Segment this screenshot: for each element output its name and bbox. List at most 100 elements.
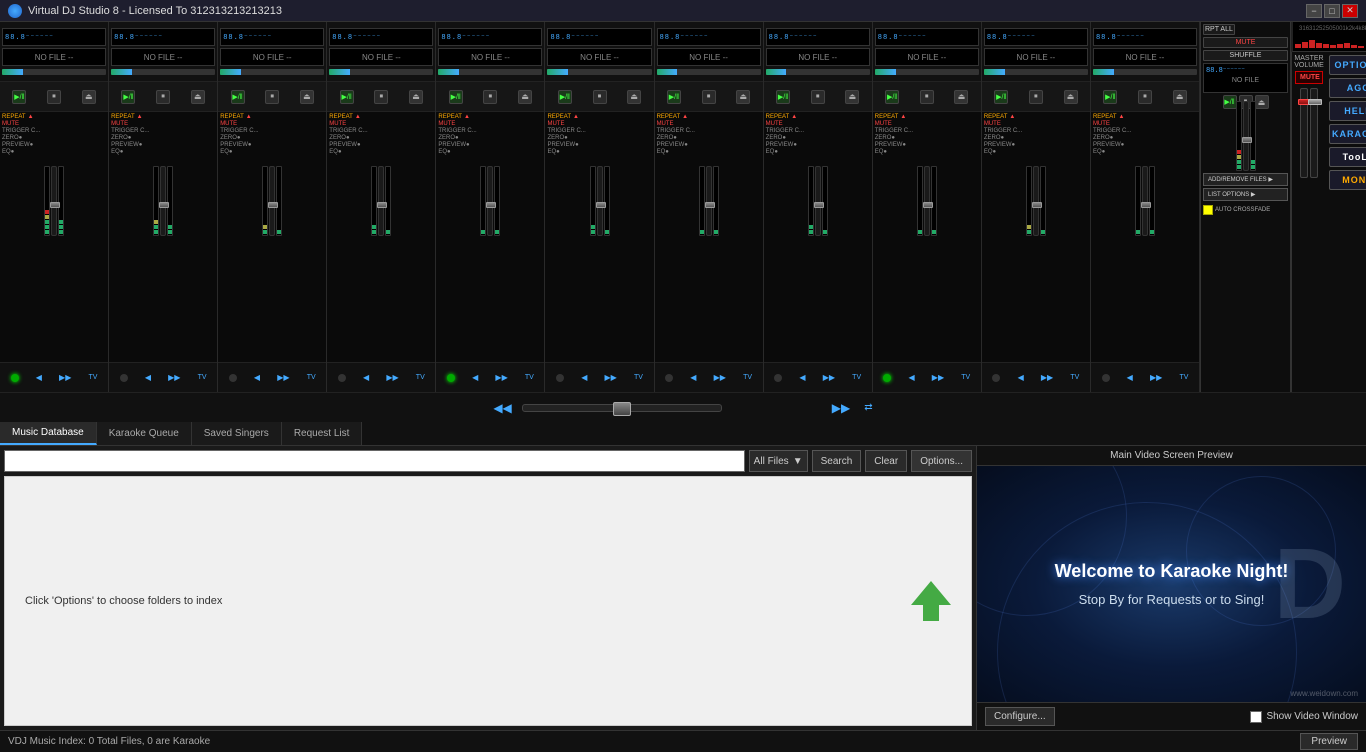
channel-10-play[interactable]: ▶/‖ xyxy=(994,90,1008,104)
master-mute-button[interactable]: MUTE xyxy=(1203,37,1288,48)
crossfade-right-arrow[interactable]: ▶▶ xyxy=(832,401,850,415)
channel-1-fader[interactable] xyxy=(51,166,57,236)
filter-dropdown[interactable]: All Files ▼ xyxy=(749,450,808,472)
channel-11-fader[interactable] xyxy=(1142,166,1148,236)
vol-options-container: MASTER VOLUME MUTE OPTIONS AGC HELP KARA… xyxy=(1291,52,1366,392)
search-button[interactable]: Search xyxy=(812,450,862,472)
channel-6-play[interactable]: ▶/‖ xyxy=(558,90,572,104)
channel-1-prev[interactable]: ◀ xyxy=(36,373,42,382)
eq-freq-labels: 3163125 2505001k 2k4k8k16k xyxy=(1295,24,1364,34)
master-eject[interactable]: ⏏ xyxy=(1255,95,1269,109)
master-panel: RPT ALL MUTE SHUFFLE 88.8⁻⁻⁻⁻⁻⁻ NO FILE … xyxy=(1201,22,1291,392)
search-input[interactable] xyxy=(4,450,745,472)
video-subtitle-text: Stop By for Requests or to Sing! xyxy=(1079,592,1265,607)
channel-10: 88.8⁻⁻⁻⁻⁻⁻ NO FILE -- ▶/‖ ⏹ ⏏ REPEAT▲ MU… xyxy=(982,22,1091,392)
master-volume-panel: MASTER VOLUME MUTE xyxy=(1291,52,1326,392)
help-button[interactable]: HELP xyxy=(1329,101,1366,121)
database-tabs: Music Database Karaoke Queue Saved Singe… xyxy=(0,422,1366,446)
auto-crossfade-label: AUTO CROSSFADE xyxy=(1215,207,1270,213)
crossfader-thumb xyxy=(613,402,631,416)
crossfader-area: ◀◀ ▶▶ ⇄ xyxy=(0,392,1366,422)
crossfade-left-arrow[interactable]: ◀◀ xyxy=(493,401,511,415)
channel-1: 88.8⁻⁻⁻⁻⁻⁻ NO FILE -- ▶/‖ ⏹ ⏏ REPEAT ▲ M… xyxy=(0,22,109,392)
video-welcome-text: Welcome to Karaoke Night! xyxy=(1055,561,1289,582)
channel-1-eject[interactable]: ⏏ xyxy=(82,90,96,104)
channel-1-preview: PREVIEW● xyxy=(2,142,106,148)
options-db-button[interactable]: Options... xyxy=(911,450,972,472)
tab-music-database[interactable]: Music Database xyxy=(0,422,97,445)
master-vu-right xyxy=(1250,101,1256,171)
channel-4-play[interactable]: ▶/‖ xyxy=(340,90,354,104)
channel-2-fader[interactable] xyxy=(160,166,166,236)
channel-7-play[interactable]: ▶/‖ xyxy=(667,90,681,104)
options-button[interactable]: OPTIONS xyxy=(1329,55,1366,75)
master-waveform: 88.8⁻⁻⁻⁻⁻⁻ NO FILE xyxy=(1203,63,1288,93)
channel-1-next[interactable]: ▶▶ xyxy=(59,373,71,382)
vol-fader-left[interactable] xyxy=(1300,88,1308,178)
maximize-button[interactable]: □ xyxy=(1324,4,1340,18)
channel-1-repeat-row: REPEAT ▲ xyxy=(2,114,106,120)
channel-9-play[interactable]: ▶/‖ xyxy=(885,90,899,104)
channel-4-fader[interactable] xyxy=(378,166,384,236)
video-controls: Configure... Show Video Window xyxy=(977,702,1366,730)
mute-button[interactable]: MUTE xyxy=(1295,71,1323,84)
master-fader-row xyxy=(1203,111,1288,171)
tab-request-list[interactable]: Request List xyxy=(282,422,363,445)
channel-1-status-led xyxy=(11,374,19,382)
channel-2-wave: 88.8⁻⁻⁻⁻⁻⁻ NO FILE -- xyxy=(109,22,217,82)
close-button[interactable]: ✕ xyxy=(1342,4,1358,18)
channel-1-nofile: NO FILE -- xyxy=(2,48,106,66)
auto-crossfade-checkbox[interactable] xyxy=(1203,205,1213,215)
upload-icon[interactable] xyxy=(911,581,951,621)
channel-1-waveform: 88.8⁻⁻⁻⁻⁻⁻ xyxy=(2,28,106,46)
channel-7-fader[interactable] xyxy=(706,166,712,236)
eq-visualization xyxy=(1295,34,1364,48)
agc-button[interactable]: AGC xyxy=(1329,78,1366,98)
channel-8-play[interactable]: ▶/‖ xyxy=(776,90,790,104)
channel-3-play[interactable]: ▶/‖ xyxy=(231,90,245,104)
statusbar: VDJ Music Index: 0 Total Files, 0 are Ka… xyxy=(0,730,1366,752)
channel-2-eject[interactable]: ⏏ xyxy=(191,90,205,104)
crossfader-track[interactable] xyxy=(522,404,722,412)
tools-button[interactable]: TooLs xyxy=(1329,147,1366,167)
minimize-button[interactable]: − xyxy=(1306,4,1322,18)
clear-button[interactable]: Clear xyxy=(865,450,907,472)
vol-fader-right[interactable] xyxy=(1310,88,1318,178)
crossfade-mode-toggle[interactable]: ⇄ xyxy=(864,402,872,413)
app-icon xyxy=(8,4,22,18)
configure-button[interactable]: Configure... xyxy=(985,707,1055,726)
channel-1-cue[interactable]: ⏹ xyxy=(47,90,61,104)
channel-8-fader[interactable] xyxy=(815,166,821,236)
channel-1-zero: ZERO● xyxy=(2,135,106,141)
master-play[interactable]: ▶/‖ xyxy=(1223,95,1237,109)
channel-9-fader[interactable] xyxy=(924,166,930,236)
add-remove-files-button[interactable]: ADD/REMOVE FILES ▶ xyxy=(1203,173,1288,186)
preview-button[interactable]: Preview xyxy=(1300,733,1358,750)
tab-saved-singers[interactable]: Saved Singers xyxy=(192,422,282,445)
show-video-checkbox[interactable] xyxy=(1250,711,1262,723)
channel-10-fader[interactable] xyxy=(1033,166,1039,236)
channel-7: 88.8⁻⁻⁻⁻⁻⁻ NO FILE -- ▶/‖ ⏹ ⏏ REPEAT▲ MU… xyxy=(655,22,764,392)
shuffle-button[interactable]: SHUFFLE xyxy=(1203,50,1288,61)
channel-6: 88.8⁻⁻⁻⁻⁻⁻ NO FILE -- ▶/‖ ⏹ ⏏ REPEAT▲ MU… xyxy=(545,22,654,392)
channel-1-play[interactable]: ▶/‖ xyxy=(12,90,26,104)
right-panel: 3163125 2505001k 2k4k8k16k MASTER VOLUME xyxy=(1291,22,1366,392)
channel-5-fader[interactable] xyxy=(487,166,493,236)
channel-2-cue[interactable]: ⏹ xyxy=(156,90,170,104)
master-fader[interactable] xyxy=(1243,101,1249,171)
channel-4: 88.8⁻⁻⁻⁻⁻⁻ NO FILE -- ▶/‖ ⏹ ⏏ REPEAT▲ MU… xyxy=(327,22,436,392)
list-options-button[interactable]: LIST OPTIONS ▶ xyxy=(1203,188,1288,201)
channel-5-play[interactable]: ▶/‖ xyxy=(449,90,463,104)
top-eq-display: 3163125 2505001k 2k4k8k16k xyxy=(1291,22,1366,52)
channel-11-play[interactable]: ▶/‖ xyxy=(1103,90,1117,104)
karaoke-button[interactable]: KARAOKE xyxy=(1329,124,1366,144)
mono-button[interactable]: MONO xyxy=(1329,170,1366,190)
channel-1-bottom: ◀ ▶▶ TV xyxy=(0,362,108,392)
tab-karaoke-queue[interactable]: Karaoke Queue xyxy=(97,422,192,445)
channel-1-eq-label: EQ● xyxy=(2,149,106,155)
channel-6-fader[interactable] xyxy=(597,166,603,236)
rpt-all-button[interactable]: RPT ALL xyxy=(1203,24,1235,35)
master-vu-left xyxy=(1236,101,1242,171)
channel-2-play[interactable]: ▶/‖ xyxy=(121,90,135,104)
channel-3-fader[interactable] xyxy=(269,166,275,236)
